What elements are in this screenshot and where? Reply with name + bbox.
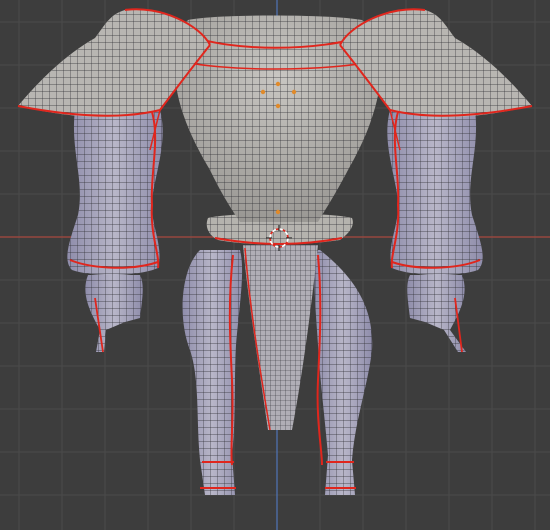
vertex-dot (291, 89, 297, 95)
viewport-canvas[interactable] (0, 0, 550, 530)
vertex-dot (275, 209, 281, 215)
3d-viewport[interactable] (0, 0, 550, 530)
right-leg[interactable] (314, 250, 373, 495)
tail[interactable] (243, 245, 318, 431)
left-leg[interactable] (182, 250, 243, 495)
vertex-dot (260, 89, 266, 95)
mesh-model[interactable] (17, 8, 533, 495)
right-arm[interactable] (387, 110, 483, 353)
vertex-dot (275, 103, 281, 109)
vertex-dot (275, 81, 281, 87)
